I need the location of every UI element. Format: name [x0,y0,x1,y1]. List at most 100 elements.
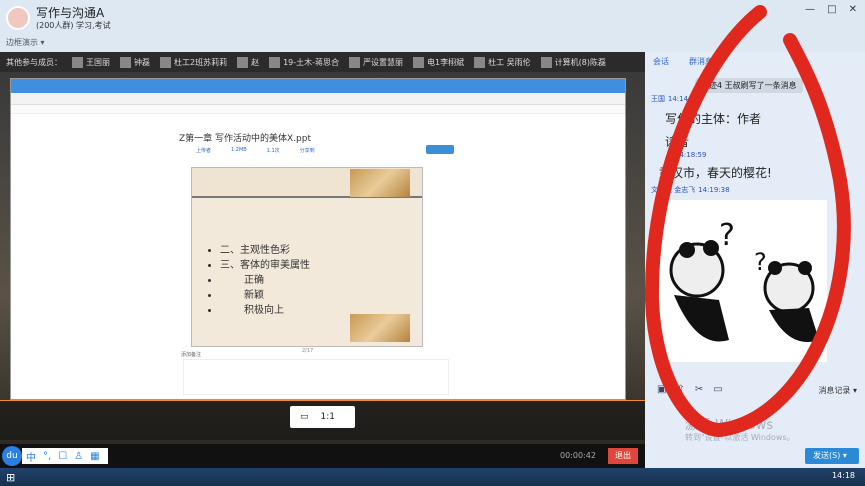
panda-meme-icon: ? ? [669,218,819,342]
punctuation-icon[interactable]: °, [43,451,51,462]
member-name: 钟磊 [134,57,150,67]
address-bar[interactable] [11,93,625,105]
share-link[interactable]: 分享到 [300,147,315,154]
sender-name: 文迹映 金志飞 [651,186,696,194]
maximize-button[interactable]: □ [827,4,836,15]
member-name: 杜工2班苏莉莉 [174,57,228,67]
member-avatar [237,56,249,68]
previous-slide [192,168,422,198]
member-avatar [413,56,425,68]
image-icon[interactable]: ▣ [657,384,666,395]
message: 14:18:59 武汉市，春天的樱花! [659,150,772,181]
scissors-icon[interactable]: ✂ [695,384,703,395]
members-label: 其他参与成员： [6,57,62,67]
message-time: 14:18:59 [675,151,707,159]
member-name: 王国丽 [86,57,110,67]
tab-group-messages[interactable]: 群消息 [689,56,713,67]
browser-window: Z第一章 写作活动中的美体X.ppt 上传者 1.2MB 1.1次 分享到 二、… [10,78,626,400]
member-avatar [474,56,486,68]
chinese-mode-icon[interactable]: 中 [26,449,36,464]
slide-bullets: 二、主观性色彩 三、客体的审美属性 正确 新颖 积极向上 [212,243,310,318]
member-name: 赵 [251,57,260,67]
member[interactable]: 严设置慧丽 [349,56,404,68]
tab-session[interactable]: 会话 [653,56,669,67]
chat-tabs: 会话 群消息 [653,56,713,67]
member-avatar [269,56,281,68]
member-avatar [120,56,131,68]
slide-decoration [350,169,410,197]
member[interactable]: 钟磊 [120,56,150,68]
activation-watermark-sub: 转到"设置"以激活 Windows。 [685,433,795,442]
bullet: 新颖 [220,288,310,303]
member[interactable]: 杜工 吴雨伦 [474,56,531,68]
display-mode-dropdown[interactable]: 边框演示 ▾ [6,37,45,48]
slide-viewer: 二、主观性色彩 三、客体的审美属性 正确 新颖 积极向上 2/17 [191,167,423,354]
shared-screen: Z第一章 写作活动中的美体X.ppt 上传者 1.2MB 1.1次 分享到 二、… [0,72,645,444]
member-bar: 其他参与成员： 王国丽 钟磊 杜工2班苏莉莉 赵 19-土木-蒋思合 严设置慧丽… [0,52,645,72]
bullet: 积极向上 [220,303,310,318]
member[interactable]: 杜工2班苏莉莉 [160,56,228,68]
document-meta: 上传者 1.2MB 1.1次 分享到 [196,147,315,154]
member[interactable]: 19-土木-蒋思合 [269,56,340,68]
chat-panel: 会话 群消息 文迹4 王叔刷写了一条消息 王国 14:14:36 写作的主体：作… [645,52,865,468]
group-title: 写作与沟通A [36,6,105,20]
notes-box[interactable] [183,359,449,395]
member-name: 严设置慧丽 [363,57,404,67]
system-message: 文迹4 王叔刷写了一条消息 [695,78,803,93]
views-label: 1.1次 [266,148,280,154]
message-text: 武汉市，春天的樱花! [659,166,772,180]
upload-icon[interactable]: ⇪ [676,384,684,395]
window-header: 写作与沟通A (200人群) 学习,考试 边框演示 ▾ — □ ✕ [0,0,865,52]
send-button[interactable]: 发送(S) ▾ [805,448,859,464]
quit-button[interactable]: 退出 [608,448,638,464]
windows-taskbar: ⊞ 14:18 [0,468,865,486]
session-timer: 00:00:42 [560,451,596,460]
member[interactable]: 赵 [237,56,260,68]
minimize-button[interactable]: — [805,4,815,15]
zoom-ratio-button[interactable]: ▭ 1:1 [290,406,355,428]
member-avatar [72,56,83,68]
member[interactable]: 电1李栩斌 [413,56,464,68]
bullet: 三、客体的审美属性 [220,258,310,273]
message-time: 14:19:38 [698,186,730,194]
chat-toolbar: ▣ ⇪ ✂ ▭ [657,384,723,395]
window-icon: ▭ [300,412,309,422]
notes-label: 添加备注 [181,352,202,358]
uploader-link[interactable]: 上传者 [196,147,211,154]
panda-sticker-image[interactable]: ? ? [659,200,827,362]
grid-icon[interactable]: ▦ [90,451,99,462]
keyboard-icon[interactable]: ☐ [58,451,67,462]
member-name: 计算机(8)陈磊 [554,57,607,67]
baidu-ime-logo[interactable]: du [2,446,22,466]
member-name: 19-土木-蒋思合 [283,57,340,67]
user-icon[interactable]: ♙ [74,451,83,462]
svg-text:?: ? [719,218,735,253]
member[interactable]: 王国丽 [72,56,110,68]
start-button[interactable]: ⊞ [6,471,15,484]
download-button[interactable] [426,145,454,154]
ime-toolbar: 中 °, ☐ ♙ ▦ [22,448,108,464]
message: 文迹映 金志飞 14:19:38 [651,185,730,195]
message-text: 写作的主体：作者 [665,112,762,126]
member-avatar [540,56,552,68]
ratio-label: 1:1 [320,412,335,422]
message: 王国 14:14:36 写作的主体：作者 读者 [651,94,761,150]
page-indicator: 2/17 [302,348,314,354]
more-icon[interactable]: ▭ [713,384,722,395]
system-clock: 14:18 [831,471,855,480]
slide-decoration [350,314,410,342]
browser-tabs[interactable] [11,79,625,93]
member-name: 杜工 吴雨伦 [488,57,531,67]
size-label: 1.2MB [231,147,247,153]
svg-text:?: ? [754,248,767,276]
message-history-button[interactable]: 消息记录 ▾ [818,385,857,396]
activation-watermark: 激活 Windows [685,418,774,433]
document-title: Z第一章 写作活动中的美体X.ppt [179,134,312,144]
member[interactable]: 计算机(8)陈磊 [540,56,607,68]
message-time: 14:14:36 [667,95,700,103]
close-button[interactable]: ✕ [849,4,857,15]
window-controls: — □ ✕ [805,4,857,15]
bullet: 二、主观性色彩 [220,243,310,258]
group-avatar [6,6,30,30]
group-subtitle: (200人群) 学习,考试 [36,21,111,30]
